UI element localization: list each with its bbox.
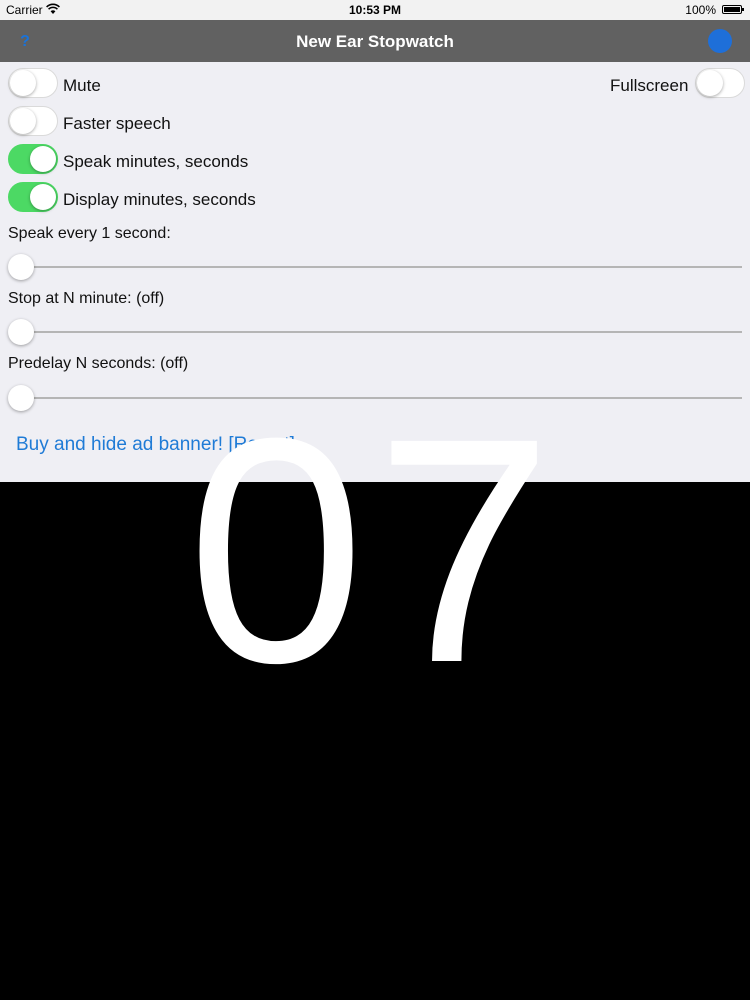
display-minutes-label: Display minutes, seconds: [63, 190, 256, 209]
slider-thumb[interactable]: [8, 254, 34, 280]
speak-minutes-row: Speak minutes, seconds: [0, 144, 750, 178]
toggle-knob: [30, 146, 56, 172]
globe-icon[interactable]: [708, 29, 732, 53]
mute-label: Mute: [63, 76, 101, 95]
clock-time: 10:53 PM: [348, 3, 402, 17]
stop-at-label: Stop at N minute: (off): [8, 290, 165, 307]
faster-speech-row: Faster speech: [0, 106, 750, 140]
navigation-bar: ? New Ear Stopwatch: [0, 20, 750, 62]
speak-every-label: Speak every 1 second:: [8, 225, 171, 242]
toggle-knob: [30, 184, 56, 210]
fullscreen-toggle[interactable]: [695, 68, 745, 98]
mute-toggle[interactable]: [8, 68, 58, 98]
speak-every-slider[interactable]: [8, 254, 742, 280]
slider-thumb[interactable]: [8, 319, 34, 345]
battery-icon: [722, 5, 744, 14]
faster-speech-label: Faster speech: [63, 114, 171, 133]
faster-speech-toggle[interactable]: [8, 106, 58, 136]
stop-at-slider[interactable]: [8, 319, 742, 345]
toggle-knob: [10, 70, 36, 96]
battery-percent: 100%: [685, 3, 716, 17]
speak-minutes-toggle[interactable]: [8, 144, 58, 174]
toggle-knob: [697, 70, 723, 96]
speak-minutes-label: Speak minutes, seconds: [63, 152, 249, 171]
page-title: New Ear Stopwatch: [296, 32, 454, 51]
display-minutes-row: Display minutes, seconds: [0, 182, 750, 216]
timer-display: 07: [187, 371, 563, 729]
predelay-label: Predelay N seconds: (off): [8, 355, 189, 372]
toggle-knob: [10, 108, 36, 134]
status-bar: Carrier 10:53 PM 100%: [0, 0, 750, 20]
mute-row: Mute Fullscreen: [0, 68, 750, 102]
fullscreen-label: Fullscreen: [610, 76, 689, 95]
display-minutes-toggle[interactable]: [8, 182, 58, 212]
